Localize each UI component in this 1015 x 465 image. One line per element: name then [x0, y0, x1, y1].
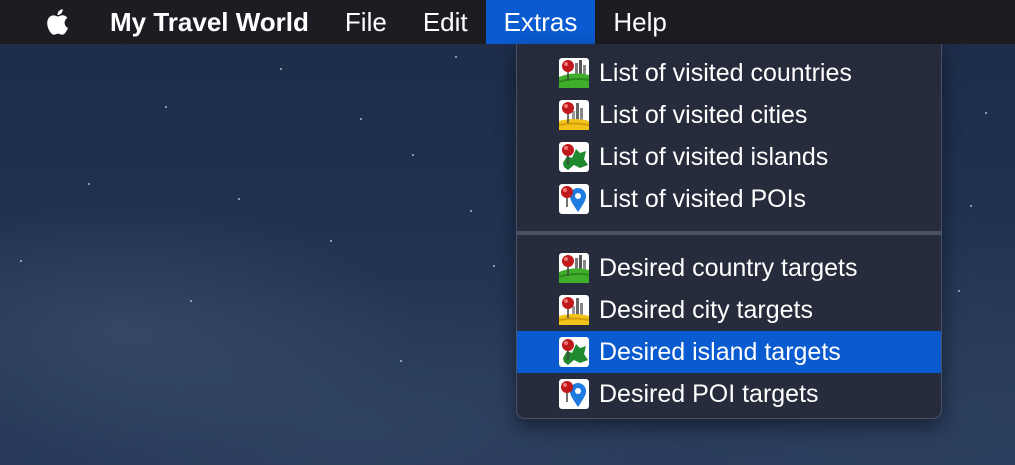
menu-item-label: List of visited countries	[599, 58, 852, 87]
menu-item-label: Desired city targets	[599, 295, 813, 324]
edit-menu[interactable]: Edit	[405, 0, 486, 44]
menu-item-label: List of visited cities	[599, 100, 808, 129]
menu-separator	[517, 231, 941, 235]
menu-item-label: Desired island targets	[599, 337, 841, 366]
menu-item-visited-pois[interactable]: List of visited POIs	[517, 178, 941, 220]
menu-item-label: Desired POI targets	[599, 379, 819, 408]
menu-item-label: Desired country targets	[599, 253, 858, 282]
menu-item-desired-pois[interactable]: Desired POI targets	[517, 373, 941, 415]
island-pin-icon	[559, 142, 589, 172]
menu-item-label: List of visited POIs	[599, 184, 807, 213]
country-pin-icon	[558, 253, 590, 283]
menu-item-visited-cities[interactable]: List of visited cities	[517, 94, 941, 136]
poi-pin-icon	[559, 379, 589, 409]
menu-item-visited-countries[interactable]: List of visited countries	[517, 52, 941, 94]
menu-item-label: List of visited islands	[599, 142, 829, 171]
apple-logo-icon[interactable]	[36, 0, 76, 44]
file-menu[interactable]: File	[327, 0, 405, 44]
menu-item-desired-cities[interactable]: Desired city targets	[517, 289, 941, 331]
island-pin-icon	[559, 337, 589, 367]
poi-pin-icon	[559, 184, 589, 214]
city-pin-icon	[558, 100, 590, 130]
menu-item-desired-countries[interactable]: Desired country targets	[517, 247, 941, 289]
country-pin-icon	[558, 58, 590, 88]
menu-item-visited-islands[interactable]: List of visited islands	[517, 136, 941, 178]
extras-menu[interactable]: Extras	[485, 0, 596, 44]
menu-bar: My Travel World File Edit Extras Help	[0, 0, 1015, 44]
help-menu[interactable]: Help	[595, 0, 684, 44]
city-pin-icon	[558, 295, 590, 325]
menu-item-desired-islands[interactable]: Desired island targets	[517, 331, 941, 373]
extras-dropdown-menu: List of visited countries List of visite…	[516, 44, 942, 419]
app-menu[interactable]: My Travel World	[92, 0, 327, 44]
